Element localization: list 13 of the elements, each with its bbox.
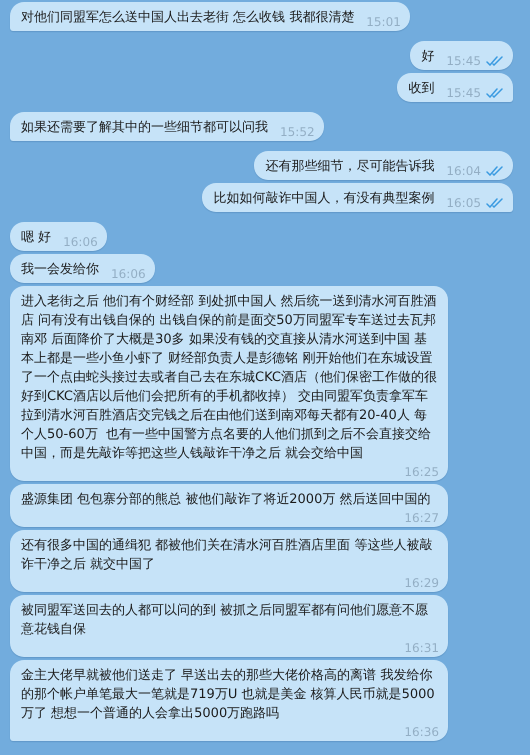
message-text: 被同盟军送回去的人都可以问的到 被抓之后同盟军都有问他们愿意不愿意花钱自保	[21, 602, 430, 639]
message-text: 好	[421, 48, 434, 66]
message-text: 嗯 好	[21, 229, 52, 247]
message-text: 还有很多中国的通缉犯 都被他们关在清水河百胜酒店里面 等这些人被敲诈干净之后 就交中国了	[21, 537, 434, 574]
message-text: 比如如何敲诈中国人，有没有典型案例	[213, 190, 434, 208]
message-text: 还有那些细节，尽可能告诉我	[265, 158, 434, 176]
message-text: 如果还需要了解其中的一些细节都可以问我	[21, 119, 268, 137]
message-text: 金主大佬早就被他们送走了 早送出去的那些大佬价格高的离谱 我发给你的那个帐户单笔最大一笔就是719万U 也就是美金 核算人民币就是5000万了 想想一个普通的人会拿出5000万跑路吗	[21, 667, 436, 723]
message-text: 盛源集团 包包寨分部的熊总 被他们敲诈了将近2000万 然后送回中国的	[21, 491, 430, 509]
message-text: 我一会发给你	[21, 261, 99, 279]
message-text: 进入老街之后 他们有个财经部 到处抓中国人 然后统一送到清水河百胜酒店 问有没有出钱自保的 出钱自保的前是面交50万同盟军专车送过去瓦邦南邓 后面降价了大概是30多 如果没有钱的交直接从清水河送到中国 基本上都是一些小鱼小虾了 财经部负责人是彭德铭 刚开始他们在东城设置了一个点由蛇头接过去或者自己去在东城CKC酒店（他们保密工作做的很好到CKC酒店以后他们会把所有的手机都收掉） 交由同盟军负责拿军车拉到清水河百胜酒店交完钱之后在由他们送到南邓每天都有20-40人 每个人50-60万 也有一些中国警方点名要的人他们抓到之后不会直接交给中国，而是先敲诈等把这些人钱敲诈干净之后 就会交给中国	[21, 293, 438, 463]
message-text: 收到	[408, 80, 434, 98]
message-text: 对他们同盟军怎么送中国人出去老街 怎么收钱 我都很清楚	[21, 9, 354, 27]
